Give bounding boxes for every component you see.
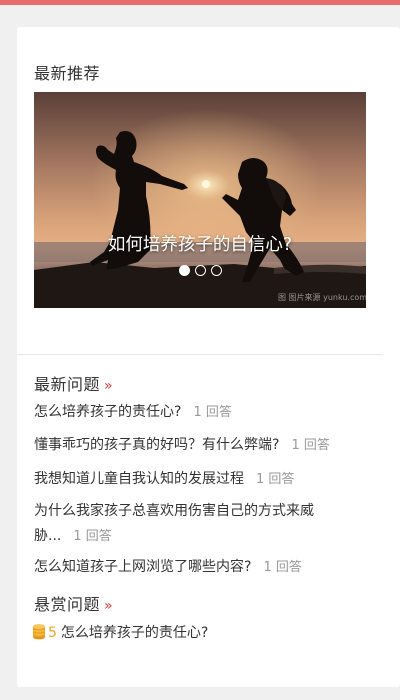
answer-count: 1 回答 <box>263 560 302 575</box>
section-title-reward: 悬赏问题» <box>34 591 113 615</box>
reward-amount: 5 <box>48 625 57 641</box>
recommend-title: 最新推荐 <box>34 64 101 83</box>
question-item[interactable]: 我想知道儿童自我认知的发展过程 1 回答 <box>34 467 379 492</box>
question-item[interactable]: 为什么我家孩子总喜欢用伤害自己的方式来威胁... 1 回答 <box>34 499 379 549</box>
question-text: 怎么知道孩子上网浏览了哪些内容? <box>34 559 252 575</box>
coin-stack-icon <box>33 624 45 640</box>
carousel-indicator <box>34 265 366 276</box>
section-title-recommend: 最新推荐 <box>34 60 100 84</box>
answer-count: 1 回答 <box>291 438 330 453</box>
answer-count: 1 回答 <box>73 529 112 544</box>
answer-count: 1 回答 <box>193 405 232 420</box>
question-item[interactable]: 懂事乖巧的孩子真的好吗？有什么弊端? 1 回答 <box>34 433 379 458</box>
question-text: 怎么培养孩子的责任心? <box>34 404 182 420</box>
reward-more-link[interactable]: » <box>104 598 113 614</box>
question-text: 懂事乖巧的孩子真的好吗？有什么弊端? <box>34 437 280 453</box>
image-watermark: 图 图片来源 yunku.com <box>278 293 366 302</box>
reward-title: 悬赏问题 <box>34 595 101 614</box>
answer-count: 1 回答 <box>256 472 295 487</box>
carousel-dot-1[interactable] <box>178 265 190 276</box>
latest-more-link[interactable]: » <box>104 378 113 394</box>
content-card: 最新推荐 如何培养孩子的自信心? 图 图片来源 yunku.com 最新问题 »… <box>17 27 400 687</box>
question-item[interactable]: 怎么知道孩子上网浏览了哪些内容? 1 回答 <box>34 555 379 580</box>
question-text: 我想知道儿童自我认知的发展过程 <box>34 471 244 487</box>
reward-question-text: 怎么培养孩子的责任心? <box>60 625 209 641</box>
section-title-latest: 最新问题» <box>34 371 113 395</box>
question-item[interactable]: 怎么培养孩子的责任心? 1 回答 <box>34 400 379 425</box>
latest-title: 最新问题 <box>34 375 101 394</box>
recommend-banner[interactable]: 如何培养孩子的自信心? 图 图片来源 yunku.com <box>34 92 366 308</box>
section-divider <box>17 354 383 355</box>
banner-caption: 如何培养孩子的自信心? <box>107 235 293 255</box>
carousel-dot-3[interactable] <box>210 265 222 276</box>
top-accent-bar <box>0 0 400 5</box>
carousel-dot-2[interactable] <box>194 265 206 276</box>
reward-question-item[interactable]: 5 怎么培养孩子的责任心? <box>32 622 208 642</box>
